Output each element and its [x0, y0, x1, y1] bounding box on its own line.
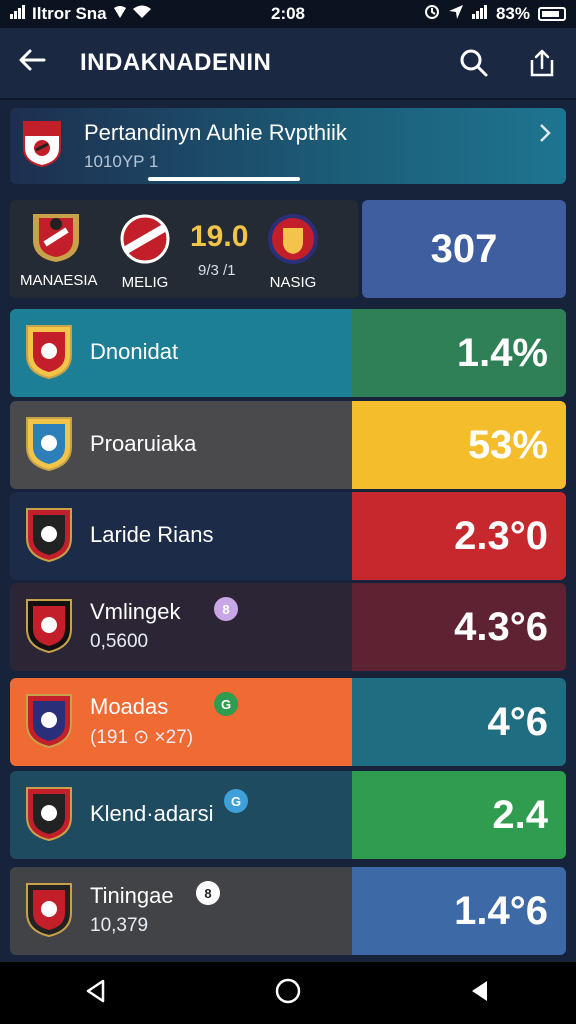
away-team: NASIG [260, 214, 326, 291]
banner-subtitle: 1010YP 1 [84, 152, 159, 171]
team-row-info: Laride Rians [10, 492, 352, 580]
match-scorecard[interactable]: MANAESIA MELIG 19.0 9/3 /1 NASIG [10, 200, 358, 298]
team-crest-icon [24, 597, 74, 660]
home-team-name: MANAESIA [20, 272, 98, 289]
team-meta: (191 ⊙ ×27) [90, 727, 194, 748]
mid-team-crest-icon [120, 214, 170, 264]
team-badge-icon: G [214, 692, 238, 716]
team-row-info: Proaruiaka [10, 401, 352, 489]
chevron-right-icon [538, 122, 552, 150]
mid-team-name: MELIG [121, 274, 169, 291]
nav-home-button[interactable] [274, 977, 302, 1010]
wifi-icon [132, 4, 151, 24]
team-name: Tiningae [90, 883, 174, 908]
team-name: Moadas [90, 694, 169, 719]
team-value: 4°6 [352, 678, 566, 766]
tab-indicator [148, 177, 300, 181]
carrier-label: Iltror Sna [32, 4, 107, 23]
battery-label: 83% [495, 4, 530, 23]
status-bar: Iltror Sna 2:08 83% [0, 0, 576, 28]
team-crest-icon [24, 692, 74, 755]
team-badge-icon: G [224, 789, 248, 813]
team-crest-icon [24, 506, 74, 569]
team-value: 4.3°6 [352, 583, 566, 671]
team-row-info: Dnonidat [10, 309, 352, 397]
location-icon [113, 4, 127, 24]
match-score-detail: 9/3 /1 [198, 262, 236, 279]
alarm-icon [424, 4, 440, 25]
match-banner[interactable]: Pertandinyn Auhie Rvpthiik 1010YP 1 [10, 108, 566, 184]
team-name: Dnonidat [90, 339, 179, 364]
team-row-info: Tiningae 10,379 8 [10, 867, 352, 955]
app-bar: INDAKNADENIN [0, 28, 576, 100]
page-title: INDAKNADENIN [80, 49, 272, 76]
back-arrow-icon [19, 49, 46, 71]
team-value: 1.4% [352, 309, 566, 397]
nav-recents-button[interactable] [467, 978, 493, 1009]
team-name: Proaruiaka [90, 431, 197, 456]
back-button[interactable] [0, 46, 64, 80]
team-row[interactable]: Klend·adarsi G 2.4 [10, 771, 566, 859]
away-team-crest-icon [268, 214, 318, 264]
league-crest-icon [22, 120, 62, 173]
mid-team: MELIG [110, 214, 180, 291]
away-team-name: NASIG [269, 274, 317, 291]
team-meta: 0,5600 [90, 631, 149, 652]
signal-icon [10, 4, 26, 24]
nav-back-icon [86, 979, 104, 1002]
team-value: 53% [352, 401, 566, 489]
team-value: 2.4 [352, 771, 566, 859]
home-team-crest-icon [33, 214, 79, 262]
team-row-info: Vmlingek 0,5600 8 [10, 583, 352, 671]
team-badge-icon: 8 [196, 881, 220, 905]
team-crest-icon [24, 323, 74, 386]
team-crest-icon [24, 415, 74, 478]
battery-icon [538, 7, 566, 21]
nav-back-button[interactable] [83, 978, 109, 1009]
match-score: 19.0 [190, 220, 249, 253]
team-crest-icon [24, 785, 74, 848]
team-row[interactable]: Moadas (191 ⊙ ×27) G 4°6 [10, 678, 566, 766]
team-name: Vmlingek [90, 599, 181, 624]
team-value: 2.3°0 [352, 492, 566, 580]
team-row[interactable]: Tiningae 10,379 8 1.4°6 [10, 867, 566, 955]
cell-signal-icon [471, 4, 488, 24]
share-button[interactable] [508, 48, 576, 78]
team-row[interactable]: Dnonidat 1.4% [10, 309, 566, 397]
nav-recents-icon [472, 980, 488, 1001]
team-meta: 10,379 [90, 915, 149, 936]
team-badge-icon: 8 [214, 597, 238, 621]
team-row[interactable]: Laride Rians 2.3°0 [10, 492, 566, 580]
search-button[interactable] [440, 48, 508, 78]
team-row[interactable]: Proaruiaka 53% [10, 401, 566, 489]
navigation-icon [448, 4, 464, 25]
share-icon [530, 49, 554, 77]
home-team: MANAESIA [20, 210, 98, 289]
team-crest-icon [24, 881, 74, 944]
nav-home-icon [275, 978, 301, 1003]
match-total: 307 [362, 200, 566, 298]
team-row[interactable]: Vmlingek 0,5600 8 4.3°6 [10, 583, 566, 671]
team-value: 1.4°6 [352, 867, 566, 955]
search-icon [460, 49, 488, 77]
banner-title: Pertandinyn Auhie Rvpthiik [84, 120, 347, 145]
system-nav-bar [0, 962, 576, 1024]
team-name: Klend·adarsi [90, 801, 214, 826]
team-row-info: Moadas (191 ⊙ ×27) G [10, 678, 352, 766]
team-name: Laride Rians [90, 522, 214, 547]
team-row-info: Klend·adarsi G [10, 771, 352, 859]
